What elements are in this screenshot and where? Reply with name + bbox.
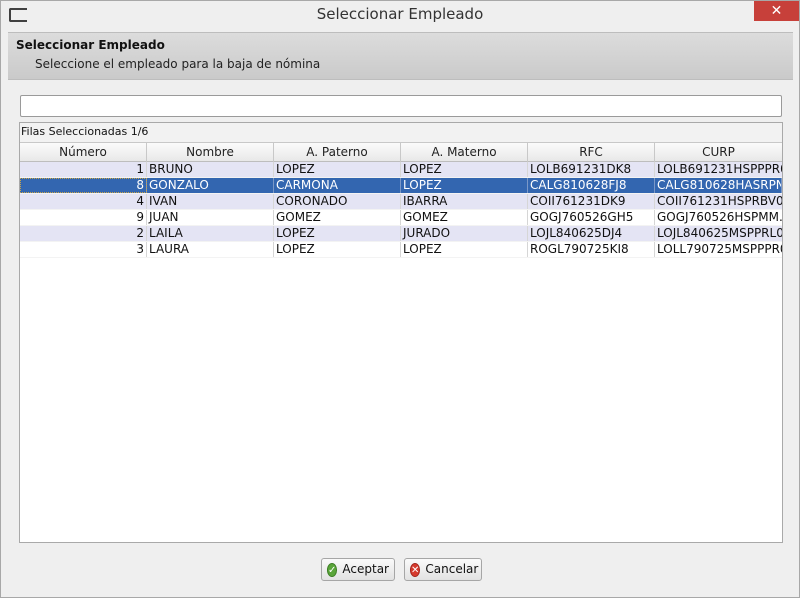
cell-a-materno: LOPEZ — [401, 242, 528, 257]
cell-curp: CALG810628HASRPN02 — [655, 178, 782, 193]
cell-nombre: JUAN — [147, 210, 274, 225]
title-bar[interactable]: Seleccionar Empleado ✕ — [1, 1, 799, 31]
cell-curp: LOJL840625MSPPRL00 — [657, 226, 782, 240]
table-row[interactable]: 1 BRUNO LOPEZ LOPEZ LOLB691231DK8 LOLB69… — [20, 162, 782, 178]
accept-button-label: Aceptar — [342, 562, 389, 576]
cell-nombre: BRUNO — [147, 162, 274, 177]
cell-rfc: CALG810628FJ8 — [528, 178, 655, 193]
table-row[interactable]: 4 IVAN CORONADO IBARRA COII761231DK9 COI… — [20, 194, 782, 210]
cell-a-paterno: GOMEZ — [274, 210, 401, 225]
cell-numero: 2 — [20, 226, 147, 241]
table-row[interactable]: 3 LAURA LOPEZ LOPEZ ROGL790725KI8 LOLL79… — [20, 242, 782, 258]
table-row[interactable]: 9 JUAN GOMEZ GOMEZ GOGJ760526GH5 GOGJ760… — [20, 210, 782, 226]
column-header-nombre[interactable]: Nombre — [147, 143, 274, 162]
cell-rfc: LOJL840625DJ4 — [528, 226, 655, 241]
cell-numero: 9 — [20, 210, 147, 225]
cell-a-materno: LOPEZ — [401, 162, 528, 177]
cell-curp: LOLB691231HSPPPR00 — [657, 162, 782, 176]
check-icon: ✓ — [327, 562, 338, 577]
cell-numero: 8 — [20, 178, 147, 193]
dialog-header: Seleccionar Empleado Seleccione el emple… — [8, 32, 793, 80]
cancel-icon: ✕ — [410, 562, 421, 577]
cell-a-materno: IBARRA — [401, 194, 528, 209]
cell-a-paterno: LOPEZ — [274, 242, 401, 257]
header-subtitle: Seleccione el empleado para la baja de n… — [35, 57, 321, 71]
cancel-button[interactable]: ✕ Cancelar — [404, 558, 482, 581]
column-header-a-paterno[interactable]: A. Paterno — [274, 143, 401, 162]
cell-curp: GOGJ760526HSPMM... — [657, 210, 782, 224]
cell-nombre: GONZALO — [147, 178, 274, 193]
cell-numero: 4 — [20, 194, 147, 209]
column-header-numero[interactable]: Número — [20, 143, 147, 162]
table-body: 1 BRUNO LOPEZ LOPEZ LOLB691231DK8 LOLB69… — [20, 162, 782, 258]
selection-count-label: Filas Seleccionadas 1/6 — [20, 123, 782, 142]
window-title: Seleccionar Empleado — [316, 5, 484, 23]
cell-rfc: COII761231DK9 — [528, 194, 655, 209]
cell-curp: LOLL790725MSPPPR00 — [657, 242, 782, 256]
cell-nombre: LAURA — [147, 242, 274, 257]
table-row-selected[interactable]: 8 GONZALO CARMONA LOPEZ CALG810628FJ8 CA… — [20, 178, 782, 194]
accept-button[interactable]: ✓ Aceptar — [321, 558, 395, 581]
cell-a-paterno: LOPEZ — [274, 162, 401, 177]
cell-rfc: LOLB691231DK8 — [528, 162, 655, 177]
column-header-rfc[interactable]: RFC — [528, 143, 655, 162]
cell-rfc: ROGL790725KI8 — [528, 242, 655, 257]
cell-a-materno: JURADO — [401, 226, 528, 241]
search-input[interactable] — [20, 95, 782, 117]
cell-a-paterno: LOPEZ — [274, 226, 401, 241]
cell-curp: COII761231HSPRBV01 — [657, 194, 782, 208]
column-header-a-materno[interactable]: A. Materno — [401, 143, 528, 162]
close-button[interactable]: ✕ — [754, 1, 799, 21]
cell-numero: 3 — [20, 242, 147, 257]
header-title: Seleccionar Empleado — [16, 38, 165, 52]
cell-a-paterno: CORONADO — [274, 194, 401, 209]
cell-numero: 1 — [20, 162, 147, 177]
table-header: Número Nombre A. Paterno A. Materno RFC … — [20, 142, 782, 162]
dialog-window: Seleccionar Empleado ✕ Seleccionar Emple… — [0, 0, 800, 598]
cell-a-materno: GOMEZ — [401, 210, 528, 225]
cell-nombre: LAILA — [147, 226, 274, 241]
cell-a-paterno: CARMONA — [274, 178, 401, 193]
cancel-button-label: Cancelar — [425, 562, 479, 576]
cell-rfc: GOGJ760526GH5 — [528, 210, 655, 225]
column-header-curp[interactable]: CURP — [655, 143, 782, 162]
cell-nombre: IVAN — [147, 194, 274, 209]
employee-table-panel: Filas Seleccionadas 1/6 Número Nombre A.… — [19, 122, 783, 543]
cell-a-materno: LOPEZ — [401, 178, 528, 193]
table-row[interactable]: 2 LAILA LOPEZ JURADO LOJL840625DJ4 LOJL8… — [20, 226, 782, 242]
